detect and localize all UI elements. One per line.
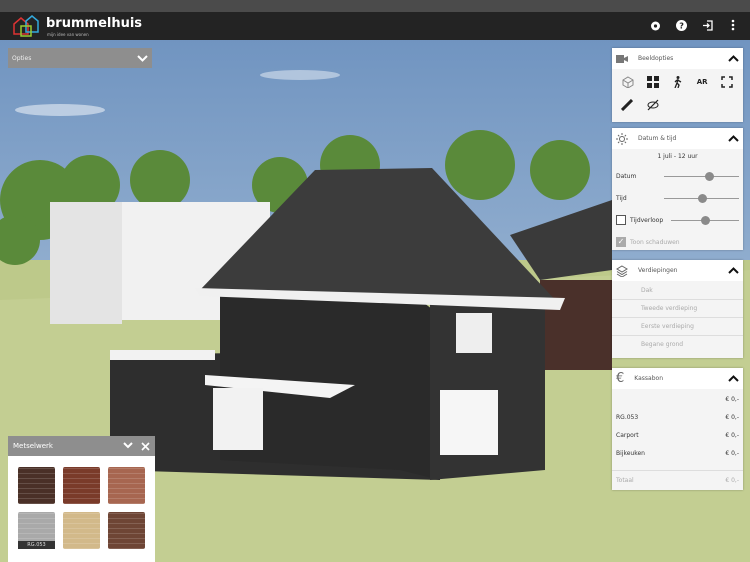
- options-dropdown[interactable]: Opties: [8, 48, 152, 68]
- datum-label: Datum: [616, 172, 637, 180]
- date-time-panel: Datum & tijd 1 juli - 12 uur Datum Tijd …: [612, 128, 743, 250]
- more-menu-icon[interactable]: [726, 18, 740, 32]
- brick-swatch[interactable]: RG.053: [18, 512, 55, 549]
- receipt-line: Bijkeuken € 0,-: [616, 449, 739, 457]
- layers-icon: [616, 264, 628, 277]
- tijdverloop-label: Tijdverloop: [630, 216, 664, 224]
- brick-swatch[interactable]: [108, 512, 145, 549]
- slider-knob[interactable]: [701, 215, 711, 225]
- brummelhuis-logo: [13, 15, 39, 37]
- receipt-total: Totaal € 0,-: [612, 470, 743, 490]
- hide-eye-icon[interactable]: [647, 99, 659, 111]
- tijdverloop-slider[interactable]: [671, 215, 739, 225]
- brick-swatch[interactable]: [18, 467, 55, 504]
- panel-title: Datum & tijd: [638, 135, 677, 142]
- chevron-up-icon[interactable]: [728, 267, 739, 274]
- current-datetime: 1 juli - 12 uur: [657, 153, 698, 160]
- euro-icon: €: [616, 371, 625, 386]
- brick-swatch[interactable]: [63, 512, 100, 549]
- sun-icon: [616, 132, 628, 145]
- receipt-line: € 0,-: [725, 395, 739, 403]
- receipt-line: Carport € 0,-: [616, 431, 739, 439]
- svg-text:?: ?: [679, 21, 684, 30]
- floor-item[interactable]: Tweede verdieping: [612, 299, 743, 317]
- brand-tagline: mijn idee van wonen: [47, 32, 89, 37]
- chevron-down-icon[interactable]: [123, 441, 133, 449]
- view-options-panel: Beeldopties AR: [612, 48, 743, 122]
- chevron-down-icon: [137, 54, 148, 62]
- fullscreen-icon[interactable]: [721, 76, 733, 88]
- floor-item[interactable]: Begane grond: [612, 335, 743, 353]
- video-camera-icon: [616, 54, 628, 63]
- close-icon[interactable]: [141, 441, 150, 451]
- status-bar: [0, 0, 750, 12]
- brick-swatch[interactable]: [63, 467, 100, 504]
- options-label: Opties: [12, 54, 32, 62]
- chevron-up-icon[interactable]: [728, 55, 739, 62]
- receipt-line: RG.053 € 0,-: [616, 413, 739, 421]
- panel-title: Verdiepingen: [638, 267, 678, 274]
- tijd-slider[interactable]: [664, 193, 739, 203]
- help-icon[interactable]: ?: [674, 18, 688, 32]
- toon-schaduwen-label: Toon schaduwen: [630, 238, 680, 246]
- floor-item[interactable]: Dak: [612, 281, 743, 299]
- floor-item[interactable]: Eerste verdieping: [612, 317, 743, 335]
- measure-ruler-icon[interactable]: [621, 99, 633, 111]
- toon-schaduwen-checkbox[interactable]: ✓: [616, 237, 626, 247]
- panel-title: Kassabon: [634, 375, 663, 382]
- chevron-up-icon[interactable]: [728, 135, 739, 142]
- ar-button[interactable]: AR: [697, 78, 708, 86]
- chevron-up-icon[interactable]: [728, 375, 739, 382]
- brick-swatch[interactable]: [108, 467, 145, 504]
- floors-panel: Verdiepingen Dak Tweede verdieping Eerst…: [612, 260, 743, 358]
- swatch-label: RG.053: [18, 541, 55, 549]
- home-settings-icon[interactable]: [648, 18, 662, 32]
- panel-title: Beeldopties: [638, 55, 674, 62]
- panel-title: Metselwerk: [13, 442, 53, 450]
- masonry-panel: Metselwerk RG.053: [8, 436, 155, 562]
- brand-name: brummelhuis: [46, 16, 143, 31]
- grid-view-icon[interactable]: [647, 76, 660, 88]
- slider-knob[interactable]: [697, 193, 707, 203]
- slider-knob[interactable]: [705, 171, 714, 181]
- app-header: brummelhuis mijn idee van wonen ?: [0, 12, 750, 40]
- receipt-panel: € Kassabon € 0,- RG.053 € 0,- Carport € 0,-…: [612, 368, 743, 490]
- 3d-cube-icon[interactable]: [622, 76, 634, 88]
- tijdverloop-checkbox[interactable]: [616, 215, 626, 225]
- logout-icon[interactable]: [700, 18, 714, 32]
- walk-icon[interactable]: [673, 76, 683, 88]
- tijd-label: Tijd: [616, 194, 627, 202]
- datum-slider[interactable]: [664, 171, 739, 181]
